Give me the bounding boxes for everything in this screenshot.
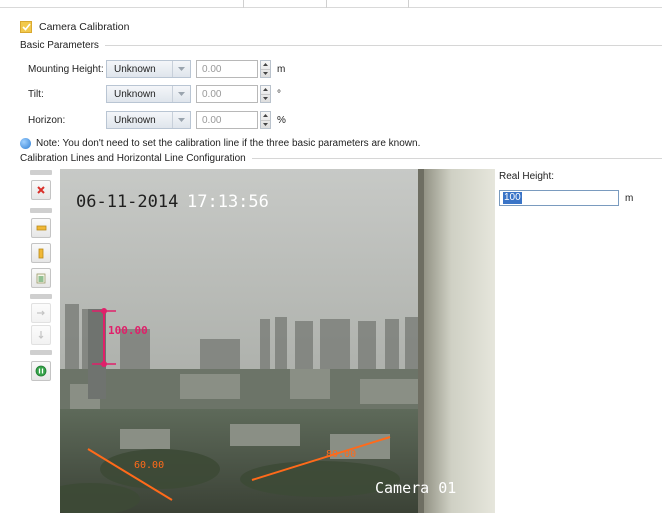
mounting-height-label: Mounting Height:	[28, 63, 104, 75]
toolbar-separator	[30, 350, 52, 355]
timestamp-date: 06-11-2014	[76, 192, 178, 212]
basic-parameters-title: Basic Parameters	[20, 40, 99, 51]
vertical-line-button[interactable]	[31, 243, 51, 263]
section-divider	[104, 45, 662, 46]
move-down-button[interactable]	[31, 325, 51, 345]
tilt-mode-value: Unknown	[114, 88, 156, 100]
mounting-height-input[interactable]: 0.00	[196, 60, 258, 78]
camera-name-overlay: Camera 01	[375, 479, 456, 497]
chevron-up-icon[interactable]	[261, 112, 270, 120]
checkmark-icon	[21, 23, 31, 31]
chevron-up-icon[interactable]	[261, 86, 270, 94]
real-height-input[interactable]: 100	[499, 190, 619, 206]
tilt-stepper[interactable]	[260, 85, 271, 103]
vertical-line-icon	[38, 248, 44, 258]
chevron-up-icon[interactable]	[261, 61, 270, 69]
mounting-height-unit: m	[277, 63, 286, 75]
chevron-down-icon[interactable]	[261, 68, 270, 78]
toolbar-separator	[30, 170, 52, 175]
mounting-height-mode-value: Unknown	[114, 63, 156, 75]
camera-scene: 100.00 60.00 80.00 06-11-2014 17:13:56 C…	[60, 169, 495, 513]
real-height-unit: m	[625, 193, 634, 204]
real-height-value: 100	[503, 192, 522, 204]
info-icon	[20, 137, 31, 149]
mounting-height-stepper[interactable]	[260, 60, 271, 78]
horizon-mode-value: Unknown	[114, 114, 156, 126]
camera-calibration-header: Camera Calibration	[20, 20, 129, 34]
chevron-down-icon[interactable]	[261, 119, 270, 129]
mounting-height-mode-select[interactable]: Unknown	[106, 60, 191, 78]
tilt-mode-select[interactable]: Unknown	[106, 85, 191, 103]
horizon-input[interactable]: 0.00	[196, 111, 258, 129]
toolbar-separator	[30, 294, 52, 299]
dropdown-arrow-icon	[172, 86, 190, 102]
camera-video-view[interactable]: 100.00 60.00 80.00 06-11-2014 17:13:56 C…	[60, 169, 495, 513]
calibration-table-icon	[36, 273, 46, 283]
tilt-input[interactable]: 0.00	[196, 85, 258, 103]
toolbar-separator	[30, 208, 52, 213]
note-text: Note: You don't need to set the calibrat…	[36, 137, 421, 149]
basic-parameters-section: Basic Parameters	[20, 40, 662, 51]
verify-icon	[35, 365, 47, 377]
move-down-icon	[38, 331, 44, 339]
horizon-row: Horizon: Unknown 0.00 %	[28, 111, 286, 129]
tilt-row: Tilt: Unknown 0.00 °	[28, 85, 281, 103]
horizon-label: Horizon:	[28, 114, 66, 126]
horizon-unit: %	[277, 114, 286, 126]
delete-icon	[37, 186, 45, 194]
mounting-height-row: Mounting Height: Unknown 0.00 m	[28, 60, 285, 78]
section-divider	[251, 158, 662, 159]
calibration-line-right-value: 80.00	[326, 449, 356, 460]
real-height-label: Real Height:	[499, 171, 555, 182]
verify-button[interactable]	[31, 361, 51, 381]
note: Note: You don't need to set the calibrat…	[20, 137, 420, 149]
horizon-stepper[interactable]	[260, 111, 271, 129]
dropdown-arrow-icon	[172, 61, 190, 77]
move-right-button[interactable]	[31, 303, 51, 323]
calibration-section: Calibration Lines and Horizontal Line Co…	[20, 153, 662, 164]
calibration-toolbar	[30, 170, 52, 381]
calibration-table-button[interactable]	[31, 268, 51, 288]
timestamp-time: 17:13:56	[187, 192, 269, 212]
delete-button[interactable]	[31, 180, 51, 200]
vertical-line-value: 100.00	[108, 324, 148, 337]
chevron-down-icon[interactable]	[261, 93, 270, 103]
dropdown-arrow-icon	[172, 112, 190, 128]
calibration-section-title: Calibration Lines and Horizontal Line Co…	[20, 153, 246, 164]
calibration-line-left-value: 60.00	[134, 460, 164, 471]
horizon-mode-select[interactable]: Unknown	[106, 111, 191, 129]
tilt-unit: °	[277, 88, 281, 100]
tilt-label: Tilt:	[28, 88, 44, 100]
top-divider	[0, 0, 662, 8]
horizontal-line-icon	[36, 225, 46, 231]
horizontal-line-button[interactable]	[31, 218, 51, 238]
camera-calibration-checkbox[interactable]	[20, 21, 32, 33]
move-right-icon	[37, 310, 45, 316]
camera-calibration-title: Camera Calibration	[39, 21, 130, 33]
